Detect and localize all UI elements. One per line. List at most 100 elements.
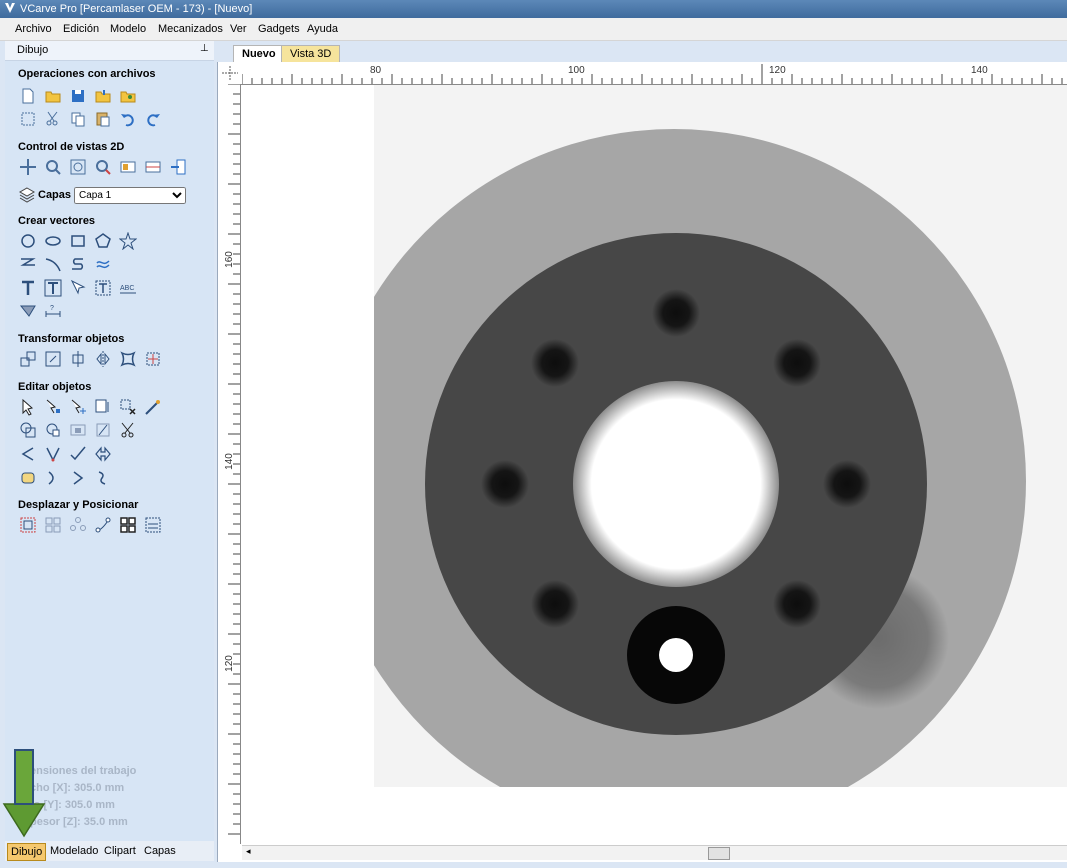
svg-text:ABC: ABC: [120, 285, 134, 292]
tab-modelado[interactable]: Modelado: [47, 843, 101, 859]
horizontal-ruler-ticks: [241, 64, 1063, 84]
nesting-icon[interactable]: [118, 515, 138, 535]
ruler-label-100: 100: [568, 65, 585, 76]
text-arc-icon[interactable]: [93, 278, 113, 298]
select-icon[interactable]: [18, 397, 38, 417]
bolt-hole: [652, 289, 700, 337]
save-icon[interactable]: [68, 86, 88, 106]
chamfer-icon[interactable]: [43, 444, 63, 464]
intersect-icon[interactable]: [68, 420, 88, 440]
app-icon: [4, 2, 16, 17]
weld-icon[interactable]: [18, 420, 38, 440]
job-setup-icon[interactable]: [18, 109, 38, 129]
pin-icon[interactable]: ⊥: [200, 43, 209, 54]
bitmap-visibility-icon[interactable]: [143, 157, 163, 177]
curve-icon[interactable]: [68, 254, 88, 274]
ruler-label-160: 160: [223, 251, 235, 268]
document-tabs: Nuevo Vista 3D: [217, 41, 1067, 62]
import-icon[interactable]: [93, 86, 113, 106]
title-bar: VCarve Pro [Percamlaser OEM - 173) - [Nu…: [0, 0, 1067, 18]
layer-select[interactable]: Capa 1: [74, 187, 186, 204]
interactive-select-icon[interactable]: [93, 397, 113, 417]
text-icon[interactable]: [18, 278, 38, 298]
node-edit-icon[interactable]: [43, 397, 63, 417]
menu-modelo[interactable]: Modelo: [110, 23, 146, 35]
autolayout-text-icon[interactable]: [43, 278, 63, 298]
tab-clipart[interactable]: Clipart: [101, 843, 139, 859]
switch-3d-icon[interactable]: [168, 157, 188, 177]
subtract-icon[interactable]: [43, 420, 63, 440]
undo-icon[interactable]: [118, 109, 138, 129]
zoom-box-icon[interactable]: [43, 157, 63, 177]
close-vectors-icon[interactable]: [43, 468, 63, 488]
polyline-icon[interactable]: [18, 254, 38, 274]
ruler-corner[interactable]: [218, 62, 243, 85]
tab-vista-3d[interactable]: Vista 3D: [281, 45, 341, 62]
set-origin-icon[interactable]: [143, 349, 163, 369]
transform-select-icon[interactable]: [68, 397, 88, 417]
scroll-left-icon[interactable]: ◂: [246, 846, 251, 857]
open-file-icon[interactable]: [43, 86, 63, 106]
import-bitmap-icon[interactable]: [118, 86, 138, 106]
scissors-icon[interactable]: [118, 420, 138, 440]
measure-icon[interactable]: ?: [43, 301, 63, 321]
smart-select-icon[interactable]: [143, 397, 163, 417]
tab-nuevo[interactable]: Nuevo: [233, 45, 285, 62]
bolt-hole: [823, 460, 871, 508]
align-icon[interactable]: [68, 349, 88, 369]
curve-fit-icon[interactable]: [68, 468, 88, 488]
scroll-thumb[interactable]: [708, 847, 730, 860]
ruler-label-80: 80: [370, 65, 382, 76]
redo-icon[interactable]: [143, 109, 163, 129]
bolt-hole: [773, 580, 821, 628]
trim-icon[interactable]: [93, 420, 113, 440]
menu-ayuda[interactable]: Ayuda: [307, 23, 338, 35]
spiral-icon[interactable]: [93, 254, 113, 274]
extend-icon[interactable]: [68, 444, 88, 464]
copy-along-vector-icon[interactable]: [93, 515, 113, 535]
tab-dibujo[interactable]: Dibujo: [7, 843, 47, 861]
menu-mecanizados[interactable]: Mecanizados: [158, 23, 223, 35]
panel-title: Dibujo: [17, 44, 49, 56]
horizontal-scrollbar[interactable]: ◂: [242, 845, 1067, 860]
dimension-icon[interactable]: [18, 301, 38, 321]
new-file-icon[interactable]: [18, 86, 38, 106]
canvas[interactable]: [242, 85, 1067, 845]
nest-icon[interactable]: [93, 468, 113, 488]
ellipse-icon[interactable]: [43, 231, 63, 251]
section-edit-title: Editar objetos: [18, 381, 92, 393]
view-toggle-icon[interactable]: [118, 157, 138, 177]
circular-array-icon[interactable]: [68, 515, 88, 535]
tab-capas[interactable]: Capas: [141, 843, 179, 859]
menu-ver[interactable]: Ver: [230, 23, 247, 35]
delete-nodes-icon[interactable]: [118, 397, 138, 417]
text-tools-icon[interactable]: ABC: [118, 278, 138, 298]
copy-icon[interactable]: [68, 109, 88, 129]
menu-edicion[interactable]: Edición: [63, 23, 99, 35]
offset-vectors-icon[interactable]: [18, 515, 38, 535]
menu-gadgets[interactable]: Gadgets: [258, 23, 300, 35]
size-icon[interactable]: [43, 349, 63, 369]
pan-icon[interactable]: [18, 157, 38, 177]
polygon-icon[interactable]: [93, 231, 113, 251]
auto-layout-icon[interactable]: [143, 515, 163, 535]
text-on-curve-icon[interactable]: [68, 278, 88, 298]
rectangle-icon[interactable]: [68, 231, 88, 251]
circle-icon[interactable]: [18, 231, 38, 251]
zoom-all-icon[interactable]: [68, 157, 88, 177]
arc-icon[interactable]: [43, 254, 63, 274]
mirror-icon[interactable]: [93, 349, 113, 369]
menu-archivo[interactable]: Archivo: [15, 23, 52, 35]
cut-icon[interactable]: [43, 109, 63, 129]
distort-icon[interactable]: [118, 349, 138, 369]
move-icon[interactable]: [18, 349, 38, 369]
layers-label: Capas: [38, 189, 72, 201]
paste-icon[interactable]: [93, 109, 113, 129]
bolt-hole: [531, 580, 579, 628]
array-copy-icon[interactable]: [43, 515, 63, 535]
fillet-icon[interactable]: [18, 444, 38, 464]
join-vectors-icon[interactable]: [18, 468, 38, 488]
zoom-out-icon[interactable]: [93, 157, 113, 177]
offset-icon[interactable]: [93, 444, 113, 464]
star-icon[interactable]: [118, 231, 138, 251]
